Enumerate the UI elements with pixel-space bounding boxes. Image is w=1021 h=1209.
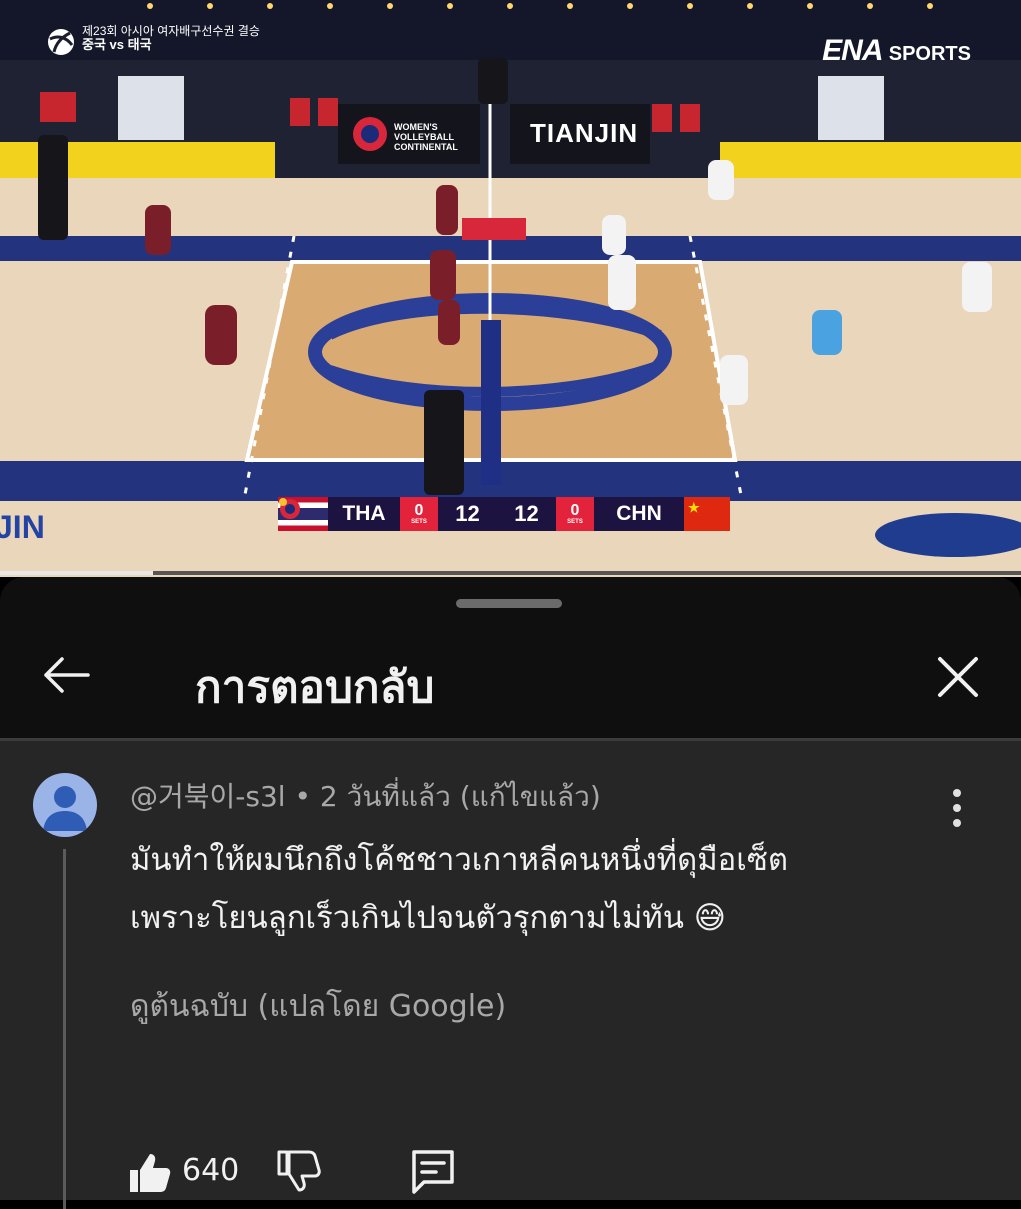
sweat-smile-emoji: 😅 bbox=[693, 900, 727, 936]
volleyball-icon bbox=[48, 29, 74, 55]
scoreboard: THA 0 SETS 12 12 0 SETS CHN ★ bbox=[278, 497, 742, 531]
broadcaster-name: ENA bbox=[822, 34, 882, 67]
board-sponsor: WOMEN'S VOLLEYBALL CONTINENTAL bbox=[394, 122, 458, 152]
away-team: CHN bbox=[594, 497, 684, 531]
home-team: THA bbox=[328, 497, 400, 531]
home-sets-label: SETS bbox=[411, 518, 427, 525]
comment-text-line: เพราะโยนลูกเร็วเกินไปจนตัวรุกตามไม่ทัน bbox=[130, 900, 684, 936]
avatar[interactable] bbox=[33, 773, 97, 837]
comment-text: มันทำให้ผมนึกถึงโค้ชชาวเกาหลีคนหนึ่งที่ด… bbox=[130, 831, 930, 947]
replies-panel: การตอบกลับ @거북이-s3l • 2 วันที่แล้ว (แก้ไ… bbox=[0, 577, 1021, 1209]
comment-text-line: มันทำให้ผมนึกถึงโค้ชชาวเกาหลีคนหนึ่งที่ด… bbox=[130, 842, 789, 878]
home-points: 12 bbox=[455, 501, 480, 526]
broadcaster-logo: ENA SPORTS bbox=[822, 34, 971, 68]
away-sets-label: SETS bbox=[567, 518, 583, 525]
home-sets-value: 0 bbox=[414, 501, 424, 519]
event-title-text: 제23회 아시아 여자배구선수권 결승 bbox=[82, 24, 260, 38]
more-vertical-icon[interactable] bbox=[942, 785, 972, 831]
away-points: 12 bbox=[514, 501, 539, 526]
home-sets: 0 SETS bbox=[400, 497, 438, 531]
comment-author[interactable]: @거북이-s3l bbox=[130, 780, 286, 813]
event-subtitle: 중국 vs 태국 bbox=[82, 37, 152, 52]
serve-indicator-icon bbox=[279, 498, 287, 506]
thread-line bbox=[63, 849, 66, 1209]
comment-time: 2 วันที่แล้ว bbox=[319, 780, 451, 813]
drag-handle[interactable] bbox=[456, 599, 562, 608]
see-original-link[interactable]: ดูต้นฉบับ (แปลโดย Google) bbox=[130, 983, 506, 1030]
reply-comment-icon[interactable] bbox=[408, 1146, 458, 1196]
thumbs-down-icon[interactable] bbox=[275, 1148, 323, 1196]
comment-edited: (แก้ไขแล้ว) bbox=[459, 780, 601, 813]
comment: @거북이-s3l • 2 วันที่แล้ว (แก้ไขแล้ว) มันท… bbox=[0, 741, 1021, 1209]
board-venue: TIANJIN bbox=[530, 118, 639, 148]
event-title: 제23회 아시아 여자배구선수권 결승 중국 vs 태국 bbox=[82, 24, 260, 52]
close-icon[interactable] bbox=[930, 649, 986, 705]
like-count: 640 bbox=[182, 1153, 240, 1188]
china-flag-icon: ★ bbox=[684, 497, 730, 531]
court-scene: JIN bbox=[0, 0, 1021, 577]
video-progress-fill bbox=[0, 571, 154, 575]
points: 12 12 bbox=[279, 497, 556, 531]
comment-meta: @거북이-s3l • 2 วันที่แล้ว (แก้ไขแล้ว) bbox=[130, 775, 601, 819]
thumbs-up-icon[interactable] bbox=[126, 1148, 174, 1196]
away-sets: 0 SETS bbox=[556, 497, 594, 531]
svg-text:JIN: JIN bbox=[0, 509, 45, 545]
away-sets-value: 0 bbox=[570, 501, 580, 519]
broadcaster-suffix: SPORTS bbox=[888, 43, 971, 65]
user-icon bbox=[43, 786, 87, 831]
video-progress-bar[interactable] bbox=[0, 571, 1021, 575]
panel-title: การตอบกลับ bbox=[195, 662, 435, 713]
panel-header: การตอบกลับ bbox=[0, 577, 1021, 738]
video-player[interactable]: JIN 제23회 아시아 여자배구선수권 결승 중국 vs 태국 ENA SPO… bbox=[0, 0, 1021, 577]
meta-separator: • bbox=[294, 780, 311, 813]
arrow-left-icon[interactable] bbox=[38, 647, 94, 703]
